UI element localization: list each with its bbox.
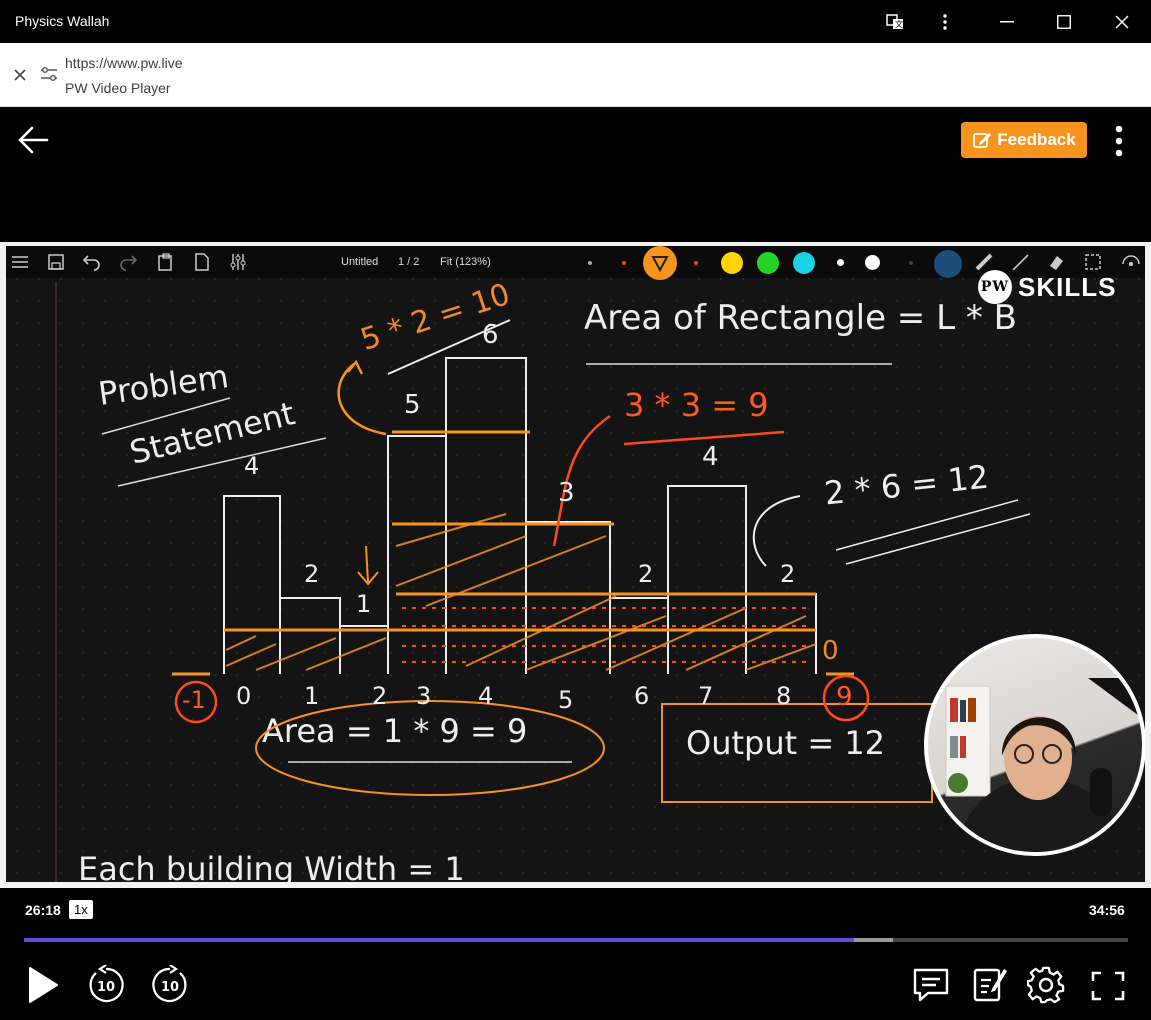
index-label: 4: [478, 682, 494, 710]
translate-icon[interactable]: 文: [872, 0, 918, 43]
index-label: -1: [182, 686, 206, 714]
video-frame[interactable]: Untitled 1 / 2 Fit (123%) PW SKILLS Area…: [0, 242, 1151, 888]
index-label: 3: [416, 682, 432, 710]
window-titlebar: Physics Wallah 文: [0, 0, 1151, 43]
settings-button[interactable]: [1026, 966, 1065, 1009]
bar-6: [609, 597, 669, 674]
bar-5: [525, 521, 611, 674]
playback-speed-button[interactable]: 1x: [69, 900, 93, 919]
minimize-icon[interactable]: [984, 0, 1030, 43]
total-time: 34:56: [1089, 902, 1125, 918]
forward-label: 10: [161, 980, 179, 995]
current-time: 26:18: [25, 902, 61, 918]
back-arrow-icon[interactable]: [15, 122, 51, 163]
chat-notes-icon: [913, 968, 949, 1002]
url-bar: https://www.pw.live PW Video Player: [0, 43, 1151, 107]
feedback-button[interactable]: Feedback: [961, 122, 1087, 158]
height-label: 2: [780, 560, 796, 588]
rewind-label: 10: [97, 980, 115, 995]
play-icon: [29, 967, 58, 1003]
feedback-label: Feedback: [997, 130, 1076, 149]
notes-button[interactable]: [912, 967, 950, 1008]
played-bar: [24, 938, 855, 942]
index-label: 0: [236, 682, 252, 710]
player-menu-icon[interactable]: [1108, 124, 1130, 158]
height-label: 2: [304, 560, 320, 588]
player-header: Feedback: [0, 107, 1151, 242]
svg-text:文: 文: [895, 19, 903, 29]
height-label: 4: [244, 452, 260, 480]
index-label: 5: [558, 686, 574, 714]
bar-3: [387, 435, 447, 674]
seek-bar[interactable]: [24, 938, 1128, 942]
window-title: Physics Wallah: [15, 13, 110, 29]
height-label: 5: [404, 390, 421, 420]
height-label: 6: [482, 320, 499, 350]
rewind-button[interactable]: 10: [86, 964, 126, 1010]
height-label: 2: [638, 560, 654, 588]
worksheet-button[interactable]: [972, 965, 1008, 1008]
edit-doc-icon: [973, 968, 1007, 1002]
height-label: 1: [356, 590, 372, 618]
rewind-10-icon: 10: [89, 964, 124, 1003]
index-label: 2: [372, 682, 388, 710]
height-label: 3: [558, 478, 575, 508]
bar-2: [339, 625, 389, 674]
index-label: 8: [776, 682, 792, 710]
instructor-image: [945, 678, 1142, 852]
play-button[interactable]: [26, 965, 60, 1010]
player-controls: 26:18 1x 34:56 10 10: [0, 888, 1151, 1020]
more-vert-icon[interactable]: [922, 0, 968, 43]
gear-icon: [1026, 966, 1065, 1004]
index-label: 9: [836, 682, 853, 712]
whiteboard: Untitled 1 / 2 Fit (123%) PW SKILLS Area…: [6, 246, 1145, 882]
forward-10-icon: 10: [152, 964, 187, 1003]
edit-icon: [973, 133, 992, 148]
bar-1: [279, 597, 341, 674]
fullscreen-icon: [1091, 971, 1125, 1001]
site-settings-icon[interactable]: [40, 66, 58, 87]
height-label: 0: [822, 636, 839, 666]
close-icon[interactable]: [12, 67, 28, 88]
index-label: 1: [304, 682, 320, 710]
index-label: 6: [634, 682, 650, 710]
fullscreen-button[interactable]: [1091, 971, 1125, 1006]
close-window-icon[interactable]: [1099, 0, 1145, 43]
site-url: https://www.pw.live: [65, 55, 183, 71]
maximize-icon[interactable]: [1041, 0, 1087, 43]
forward-button[interactable]: 10: [150, 964, 190, 1010]
index-label: 7: [698, 682, 714, 710]
height-label: 4: [702, 442, 719, 472]
instructor-webcam: [924, 634, 1145, 856]
page-name: PW Video Player: [65, 80, 171, 96]
